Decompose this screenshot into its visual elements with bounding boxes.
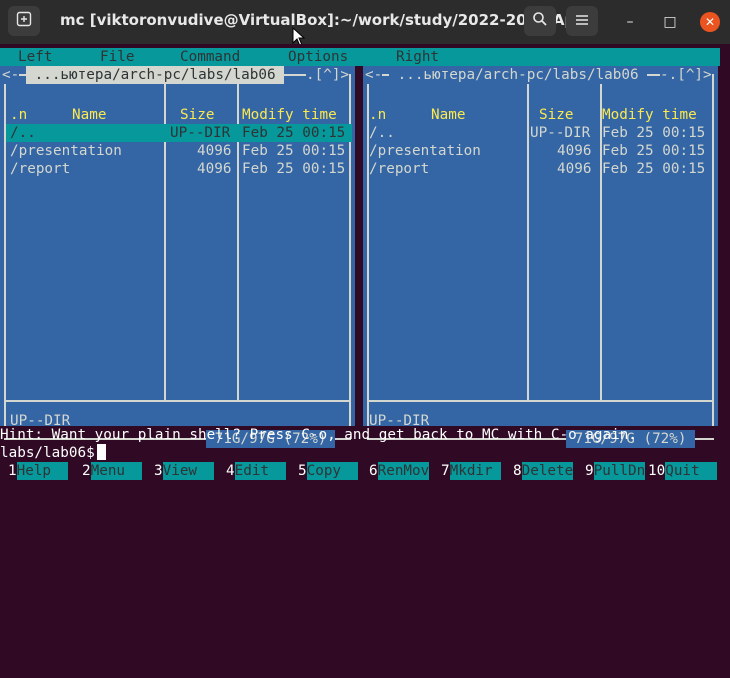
fkey-edit[interactable]: 4Edit	[226, 462, 287, 480]
hint-line: Hint: Want your plain shell? Press C-o, …	[0, 427, 637, 443]
minimize-button[interactable]: –	[620, 12, 640, 32]
close-icon: ✕	[704, 15, 716, 29]
fkey-number: 3	[154, 463, 163, 479]
fkey-pulldn[interactable]: 9PullDn	[585, 462, 646, 480]
right-col-size[interactable]: Size	[539, 106, 573, 124]
left-col-size[interactable]: Size	[180, 106, 214, 124]
mc-menubar: Left File Command Options Right	[0, 48, 720, 66]
fkey-copy[interactable]: 5Copy	[298, 462, 359, 480]
maximize-icon: □	[663, 14, 677, 30]
left-col-sort-indicator[interactable]: .n	[10, 106, 27, 124]
menu-command[interactable]: Command	[180, 48, 240, 66]
prompt-text: labs/lab06$	[0, 445, 95, 461]
left-row-time: Feb 25 00:15	[242, 161, 346, 177]
right-status-divider	[367, 400, 714, 402]
right-row-time: Feb 25 00:15	[602, 161, 706, 177]
left-status-divider	[4, 400, 351, 402]
fkey-number: 10	[648, 463, 666, 479]
fkey-label: PullDn	[593, 462, 646, 480]
fkey-mkdir[interactable]: 7Mkdir	[441, 462, 502, 480]
right-panel-path: ...ьютера/arch-pc/labs/lab06	[389, 66, 648, 84]
fkey-label: View	[162, 462, 215, 480]
left-row-size: 4096	[197, 161, 232, 177]
left-row-size: 4096	[197, 143, 232, 159]
fkey-number: 1	[8, 463, 17, 479]
fkey-number: 4	[226, 463, 235, 479]
search-icon	[532, 11, 548, 31]
right-col-sort-indicator[interactable]: .n	[369, 106, 386, 124]
left-row-time: Feb 25 00:15	[242, 125, 346, 141]
left-col-name[interactable]: Name	[72, 106, 106, 124]
fkey-view[interactable]: 3View	[154, 462, 215, 480]
menu-button[interactable]	[566, 6, 598, 36]
terminal[interactable]: Left File Command Options Right <- ...ью…	[0, 44, 730, 485]
right-row-name[interactable]: /report	[369, 160, 429, 178]
fkey-label: Quit	[665, 462, 717, 480]
right-panel-header: <- ...ьютера/arch-pc/labs/lab06 -.[^]>	[363, 66, 718, 84]
left-row-name[interactable]: /presentation	[10, 142, 122, 160]
right-row-size: UP--DIR	[530, 125, 591, 141]
fkey-quit[interactable]: 10Quit	[648, 462, 717, 480]
left-row-time: Feb 25 00:15	[242, 143, 346, 159]
fkey-help[interactable]: 1Help	[8, 462, 69, 480]
search-button[interactable]	[524, 6, 556, 36]
right-row-size: 4096	[557, 143, 592, 159]
text-cursor	[96, 444, 106, 460]
right-row-name[interactable]: /presentation	[369, 142, 481, 160]
fkey-menu[interactable]: 2Menu	[82, 462, 143, 480]
fkey-number: 5	[298, 463, 307, 479]
hamburger-icon	[575, 12, 589, 31]
right-panel-corner-left[interactable]: <-	[365, 66, 383, 84]
title-bar: mc [viktoronvudive@VirtualBox]:~/work/st…	[0, 0, 730, 47]
fkey-label: Mkdir	[449, 462, 502, 480]
menu-file[interactable]: File	[100, 48, 134, 66]
left-panel-path: ...ьютера/arch-pc/labs/lab06	[26, 66, 285, 84]
right-row-time: Feb 25 00:15	[602, 143, 706, 159]
left-row-size: UP--DIR	[170, 125, 231, 141]
fkey-number: 2	[82, 463, 91, 479]
fkey-label: Menu	[90, 462, 143, 480]
right-panel[interactable]: <- ...ьютера/arch-pc/labs/lab06 -.[^]> .…	[363, 66, 718, 448]
left-col-time[interactable]: Modify time	[242, 106, 337, 124]
menu-options[interactable]: Options	[288, 48, 348, 66]
fkey-label: RenMov	[377, 462, 430, 480]
close-button[interactable]: ✕	[700, 12, 720, 32]
menu-right[interactable]: Right	[396, 48, 439, 66]
right-panel-corner-right[interactable]: -.[^]>	[660, 66, 712, 84]
fkey-number: 6	[369, 463, 378, 479]
fkey-number: 8	[513, 463, 522, 479]
right-row-name[interactable]: /..	[369, 124, 395, 142]
fkey-number: 7	[441, 463, 450, 479]
right-col-time[interactable]: Modify time	[602, 106, 697, 124]
fkey-label: Delete	[521, 462, 574, 480]
fkey-delete[interactable]: 8Delete	[513, 462, 574, 480]
left-panel-corner-left[interactable]: <-	[2, 66, 20, 84]
function-key-bar: 1Help 2Menu 3View 4Edit 5Copy 6RenMov 7M…	[0, 462, 730, 480]
maximize-button[interactable]: □	[660, 12, 680, 32]
fkey-renmov[interactable]: 6RenMov	[369, 462, 430, 480]
minimize-icon: –	[626, 14, 634, 30]
fkey-label: Edit	[234, 462, 287, 480]
terminal-plus-icon	[16, 11, 32, 31]
right-row-size: 4096	[557, 161, 592, 177]
right-row-time: Feb 25 00:15	[602, 125, 706, 141]
window-title: mc [viktoronvudive@VirtualBox]:~/work/st…	[60, 11, 593, 29]
fkey-label: Help	[16, 462, 69, 480]
left-panel[interactable]: <- ...ьютера/arch-pc/labs/lab06 .[^]> .n…	[0, 66, 355, 448]
menu-left[interactable]: Left	[18, 48, 52, 66]
left-panel-corner-right[interactable]: .[^]>	[306, 66, 350, 84]
left-row-name[interactable]: /..	[10, 124, 36, 142]
fkey-label: Copy	[306, 462, 359, 480]
left-row-name[interactable]: /report	[10, 160, 70, 178]
right-col-divider-1	[527, 84, 529, 400]
left-panel-header: <- ...ьютера/arch-pc/labs/lab06 .[^]>	[0, 66, 355, 84]
right-col-name[interactable]: Name	[431, 106, 465, 124]
fkey-number: 9	[585, 463, 594, 479]
new-tab-button[interactable]	[8, 6, 40, 36]
shell-prompt[interactable]: labs/lab06$	[0, 444, 106, 462]
